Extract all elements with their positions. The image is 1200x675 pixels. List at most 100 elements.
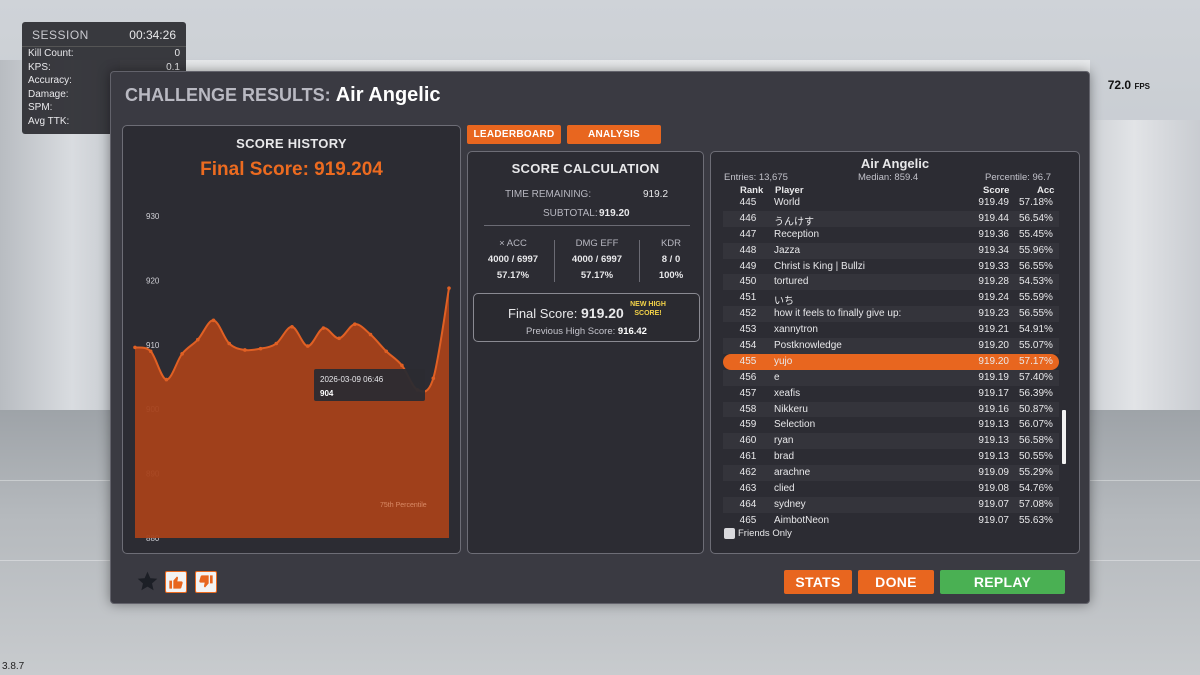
score-point[interactable] bbox=[368, 332, 373, 337]
stat-accuracy-header: × ACC bbox=[499, 238, 527, 249]
table-row[interactable]: 459 Selection 919.13 56.07% bbox=[723, 417, 1059, 433]
score-point[interactable] bbox=[431, 376, 436, 381]
stat-kdr-ratio: 8 / 0 bbox=[661, 254, 681, 265]
row-score: 919.49 bbox=[978, 197, 1009, 208]
tooltip-date: 2026-03-09 06:46 bbox=[320, 375, 384, 384]
table-row[interactable]: 465 AimbotNeon 919.07 55.63% bbox=[723, 513, 1059, 529]
session-stat-label: Damage: bbox=[28, 88, 69, 100]
score-point[interactable] bbox=[148, 349, 153, 354]
score-point[interactable] bbox=[447, 286, 451, 290]
table-row[interactable]: 460 ryan 919.13 56.58% bbox=[723, 433, 1059, 450]
row-player: うんけす bbox=[774, 216, 814, 228]
favorite-star-icon[interactable] bbox=[137, 571, 158, 592]
tooltip-value: 904 bbox=[320, 389, 334, 398]
row-rank: 452 bbox=[739, 308, 757, 320]
row-acc: 50.87% bbox=[1019, 403, 1053, 415]
score-point[interactable] bbox=[211, 318, 216, 323]
row-rank: 455 bbox=[739, 355, 757, 367]
done-button[interactable]: DONE bbox=[858, 570, 934, 594]
row-acc: 54.53% bbox=[1019, 276, 1053, 288]
fps-counter: 72.0 FPS bbox=[1108, 78, 1150, 92]
table-row[interactable]: 446 うんけす 919.44 56.54% bbox=[723, 210, 1059, 228]
session-label: SESSION bbox=[32, 28, 89, 42]
row-player: brad bbox=[774, 451, 795, 463]
table-row[interactable]: 454 Postknowledge 919.20 55.07% bbox=[723, 338, 1059, 354]
thumbs-up-button[interactable] bbox=[165, 571, 187, 593]
score-point[interactable] bbox=[133, 345, 137, 350]
score-point[interactable] bbox=[384, 349, 389, 354]
table-row[interactable]: 453 xannytron 919.21 54.91% bbox=[723, 322, 1059, 338]
score-point[interactable] bbox=[337, 336, 341, 341]
leaderboard-scrollbar[interactable] bbox=[1062, 410, 1066, 464]
final-score-box: Final Score: 919.20 NEW HIGH SCORE! Prev… bbox=[473, 293, 700, 342]
score-point[interactable] bbox=[196, 337, 200, 342]
score-point[interactable] bbox=[227, 341, 231, 346]
table-row[interactable]: 462 arachne 919.09 55.29% bbox=[723, 465, 1059, 482]
table-row[interactable]: 452 how it feels to finally give up: 919.2… bbox=[723, 306, 1059, 323]
score-point[interactable] bbox=[180, 352, 184, 356]
time-remaining-label: TIME REMAINING: bbox=[505, 189, 592, 200]
row-score: 919.13 bbox=[978, 419, 1009, 431]
score-point[interactable] bbox=[400, 363, 404, 368]
stat-dmg-header: DMG EFF bbox=[575, 238, 619, 249]
table-row[interactable]: 451 いち 919.24 55.59% bbox=[723, 290, 1059, 307]
thumbs-down-icon bbox=[199, 575, 213, 588]
row-acc: 50.55% bbox=[1019, 451, 1053, 463]
row-score: 919.20 bbox=[978, 340, 1009, 352]
row-rank: 456 bbox=[739, 371, 757, 383]
row-player: xeafis bbox=[774, 387, 801, 399]
tab-analysis[interactable]: ANALYSIS bbox=[567, 125, 661, 144]
leaderboard-list[interactable]: 445 World 919.49 57.18% 446 うんけす 919.44 56.54% 4… bbox=[723, 195, 1059, 529]
stats-button[interactable]: STATS bbox=[784, 570, 852, 594]
y-tick-label: 930 bbox=[146, 212, 160, 221]
row-player: sydney bbox=[774, 498, 806, 510]
thumbs-down-button[interactable] bbox=[195, 571, 217, 593]
replay-button[interactable]: REPLAY bbox=[940, 570, 1065, 594]
row-rank: 462 bbox=[739, 467, 757, 479]
row-acc: 55.96% bbox=[1019, 244, 1053, 256]
table-row[interactable]: 447 Reception 919.36 55.45% bbox=[723, 227, 1059, 243]
table-row[interactable]: 448 Jazza 919.34 55.96% bbox=[723, 242, 1059, 259]
table-row[interactable]: 456 e 919.19 57.40% bbox=[723, 369, 1059, 386]
row-player: Reception bbox=[774, 228, 820, 240]
row-player: clied bbox=[774, 483, 795, 495]
table-row[interactable]: 458 Nikkeru 919.16 50.87% bbox=[723, 401, 1059, 418]
stat-accuracy-ratio: 4000 / 6997 bbox=[487, 254, 539, 265]
score-point[interactable] bbox=[243, 348, 247, 352]
session-stat-label: Avg TTK: bbox=[28, 115, 70, 127]
table-row[interactable]: 461 brad 919.13 50.55% bbox=[723, 449, 1059, 465]
stat-damage-efficiency: DMG EFF 4000 / 6997 57.17% bbox=[562, 238, 632, 286]
final-score-line: Final Score: 919.20 bbox=[508, 305, 624, 321]
tab-leaderboard[interactable]: LEADERBOARD bbox=[467, 125, 561, 144]
session-time: 00:34:26 bbox=[129, 28, 176, 42]
score-history-chart[interactable]: 93092091090089088075th Percentile2026-03… bbox=[123, 126, 462, 555]
row-player: tortured bbox=[774, 276, 809, 288]
score-point[interactable] bbox=[353, 322, 357, 326]
leaderboard-median: Median: 859.4 bbox=[858, 172, 919, 183]
row-rank: 446 bbox=[739, 212, 757, 224]
table-row-current-player[interactable]: 455 yujo 919.20 57.17% bbox=[723, 353, 1059, 370]
table-row[interactable]: 464 sydney 919.07 57.08% bbox=[723, 496, 1059, 513]
score-point[interactable] bbox=[290, 324, 294, 329]
row-player: yujo bbox=[774, 355, 793, 367]
table-row[interactable]: 457 xeafis 919.17 56.39% bbox=[723, 386, 1059, 402]
row-player: World bbox=[774, 197, 800, 208]
row-score: 919.16 bbox=[978, 403, 1009, 415]
stat-kdr-percent: 100% bbox=[658, 270, 684, 281]
table-row[interactable]: 463 clied 919.08 54.76% bbox=[723, 481, 1059, 497]
friends-only-toggle[interactable]: Friends Only bbox=[724, 528, 792, 539]
score-point[interactable] bbox=[305, 344, 310, 348]
table-row[interactable]: 449 Christ is King | Bullzi 919.33 56.55% bbox=[723, 259, 1059, 275]
score-calculation-title: SCORE CALCULATION bbox=[511, 161, 660, 176]
friends-only-checkbox[interactable] bbox=[724, 528, 735, 539]
percentile-label: 75th Percentile bbox=[380, 502, 427, 509]
score-point[interactable] bbox=[321, 326, 326, 330]
leaderboard-percentile: Percentile: 96.7 bbox=[985, 172, 1052, 183]
score-point[interactable] bbox=[164, 377, 169, 382]
thumbs-up-icon bbox=[169, 576, 183, 589]
score-point[interactable] bbox=[274, 341, 279, 346]
stat-kdr-header: KDR bbox=[660, 238, 682, 249]
score-point[interactable] bbox=[258, 346, 263, 351]
table-row[interactable]: 450 tortured 919.28 54.53% bbox=[723, 274, 1059, 291]
table-row[interactable]: 445 World 919.49 57.18% bbox=[723, 195, 1059, 211]
